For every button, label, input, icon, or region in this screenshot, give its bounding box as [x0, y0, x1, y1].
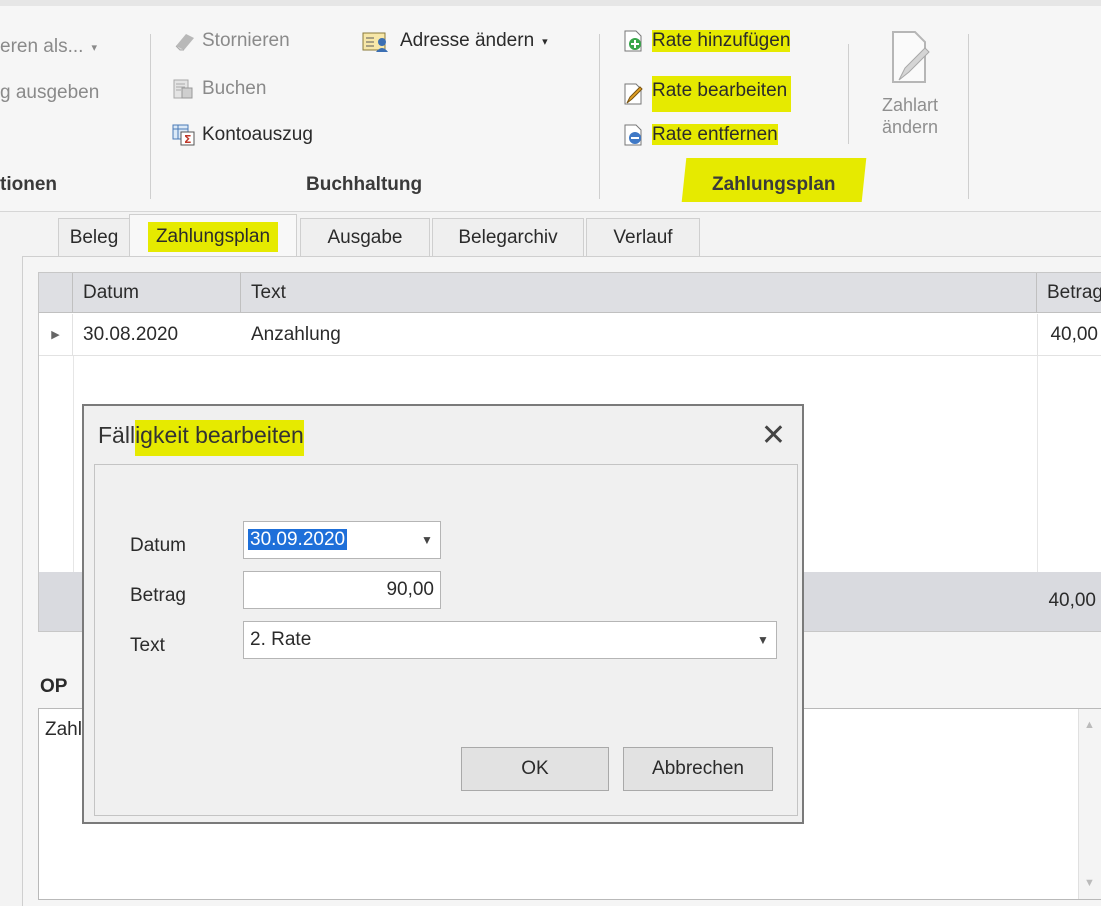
eraser-icon	[172, 30, 194, 52]
output-label: g ausgeben	[0, 82, 100, 103]
add-rate-label: Rate hinzufügen	[652, 30, 791, 52]
chevron-down-icon: ▾	[91, 41, 97, 54]
grid-line	[1037, 356, 1038, 572]
column-header-text[interactable]: Text	[241, 273, 1037, 313]
remove-rate-button[interactable]: Rate entfernen	[622, 124, 778, 146]
column-header-label: Betrag	[1047, 281, 1101, 303]
sum-table-icon: Σ	[172, 124, 195, 146]
edit-document-icon	[622, 83, 644, 105]
change-payment-label-1: Zahlart	[881, 95, 939, 115]
close-icon[interactable]: ✕	[761, 418, 786, 453]
column-header-label: Text	[251, 281, 286, 303]
tab-label: Beleg	[69, 227, 119, 248]
cancel-booking-button[interactable]: Stornieren	[172, 30, 290, 52]
cell-amount[interactable]: 40,00	[1037, 314, 1101, 356]
ribbon-separator	[968, 34, 969, 199]
tab-zahlungsplan[interactable]: Zahlungsplan	[129, 214, 297, 258]
text-value: 2. Rate	[250, 629, 312, 650]
text-field-label: Text	[130, 635, 165, 656]
tab-label: Verlauf	[613, 227, 673, 248]
tab-belegarchiv[interactable]: Belegarchiv	[432, 218, 584, 257]
edit-due-date-dialog: Fälligkeit bearbeiten ✕ Datum 30.09.2020…	[82, 404, 804, 824]
op-memo-text: Zahl	[45, 719, 82, 740]
group-label-payment-plan: Zahlungsplan	[712, 174, 836, 195]
date-value: 30.09.2020	[248, 529, 348, 550]
dialog-body: Datum 30.09.2020 ▼ Betrag 90,00 Text 2. …	[94, 464, 798, 816]
ribbon-separator	[150, 34, 151, 199]
change-payment-label-2: ändern	[881, 117, 939, 137]
chevron-down-icon: ▾	[542, 35, 548, 48]
column-header-label: Datum	[83, 281, 139, 303]
tab-ausgabe[interactable]: Ausgabe	[300, 218, 430, 257]
group-label-actions: tionen	[0, 174, 57, 195]
cancel-booking-label: Stornieren	[202, 30, 290, 51]
dialog-title-part: Fäll	[98, 422, 136, 448]
cell-text[interactable]: Anzahlung	[241, 314, 1037, 356]
remove-rate-label: Rate entfernen	[652, 124, 778, 145]
scroll-down-icon[interactable]: ▼	[1084, 877, 1095, 889]
date-field-label: Datum	[130, 535, 186, 556]
grid-line	[73, 356, 74, 572]
change-address-dropdown[interactable]: Adresse ändern ▾	[362, 30, 548, 52]
cancel-button[interactable]: Abbrechen	[623, 747, 773, 791]
group-label-accounting: Buchhaltung	[306, 174, 423, 195]
output-button[interactable]: g ausgeben	[0, 82, 99, 104]
text-combobox[interactable]: 2. Rate ▼	[243, 621, 777, 659]
chevron-down-icon[interactable]: ▼	[750, 622, 776, 658]
amount-field[interactable]: 90,00	[243, 571, 441, 609]
dialog-title-highlight: igkeit bearbeiten	[135, 420, 304, 456]
amount-field-label: Betrag	[130, 585, 186, 606]
edit-rate-label: Rate bearbeiten	[652, 76, 792, 112]
tab-label: Ausgabe	[327, 227, 403, 248]
edit-rate-button[interactable]: Rate bearbeiten	[622, 76, 792, 112]
change-address-label: Adresse ändern	[400, 30, 535, 51]
add-rate-button[interactable]: Rate hinzufügen	[622, 30, 791, 52]
account-statement-button[interactable]: Σ Kontoauszug	[172, 124, 313, 146]
tab-beleg[interactable]: Beleg	[58, 218, 130, 257]
scroll-up-icon[interactable]: ▲	[1084, 719, 1095, 731]
ledger-icon	[172, 78, 194, 100]
chevron-down-icon[interactable]: ▼	[414, 522, 440, 558]
book-button[interactable]: Buchen	[172, 78, 266, 100]
tab-label: Belegarchiv	[458, 227, 558, 248]
dialog-title: Fälligkeit bearbeiten	[98, 420, 304, 456]
account-statement-label: Kontoauszug	[202, 124, 313, 145]
ribbon-separator	[599, 34, 600, 199]
tab-verlauf[interactable]: Verlauf	[586, 218, 700, 257]
ribbon-separator	[848, 44, 849, 144]
column-header-amount[interactable]: Betrag	[1037, 273, 1101, 313]
address-card-icon	[362, 30, 392, 52]
op-section-label: OP	[40, 676, 68, 697]
tab-label: Zahlungsplan	[147, 221, 279, 252]
footer-total: 40,00	[1048, 590, 1096, 611]
ok-button[interactable]: OK	[461, 747, 609, 791]
export-as-label: eren als...	[0, 36, 84, 57]
add-document-icon	[622, 30, 644, 52]
ribbon: eren als... ▾ g ausgeben tionen Stornier…	[0, 0, 1101, 212]
vertical-scrollbar[interactable]: ▲ ▼	[1078, 709, 1101, 899]
cell-date[interactable]: 30.08.2020	[73, 314, 241, 356]
remove-document-icon	[622, 124, 644, 146]
change-payment-method-button[interactable]: Zahlart ändern	[874, 28, 946, 138]
date-picker[interactable]: 30.09.2020 ▼	[243, 521, 441, 559]
column-header-date[interactable]: Datum	[73, 273, 241, 313]
row-indicator-icon: ▶	[39, 314, 73, 356]
export-as-menu[interactable]: eren als... ▾	[0, 36, 97, 58]
edit-document-large-icon	[874, 28, 946, 94]
book-label: Buchen	[202, 78, 267, 99]
row-indicator-header	[39, 273, 73, 313]
svg-text:Σ: Σ	[184, 133, 192, 146]
